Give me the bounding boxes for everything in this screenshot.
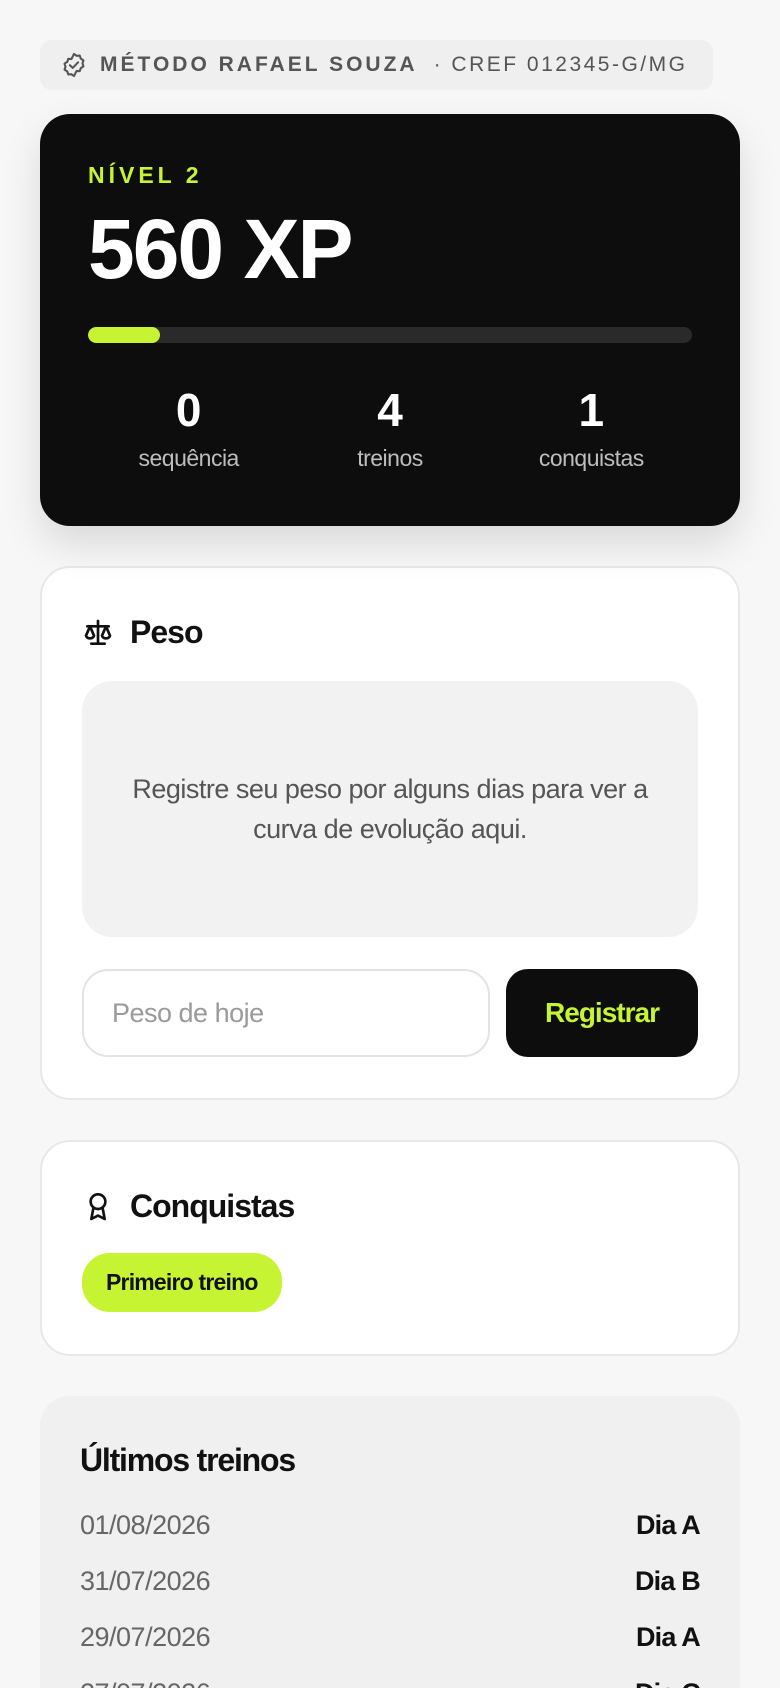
achievement-chip[interactable]: Primeiro treino [82,1253,282,1312]
weight-card-header: Peso [82,614,698,651]
recent-workouts-title: Últimos treinos [80,1442,296,1478]
achievements-card-header: Conquistas [82,1188,698,1225]
stat-label: sequência [138,445,239,471]
workout-day: Dia A [635,1621,701,1652]
xp-card: NÍVEL 2 560 XP 0 sequência 4 treinos 1 c… [40,114,740,526]
stat-value: 1 [578,384,605,436]
achievements-card-title: Conquistas [130,1188,295,1224]
page: MÉTODO RAFAEL SOUZA · CREF 012345-G/MG N… [40,40,740,1688]
recent-workouts-list: 01/08/2026 Dia A 31/07/2026 Dia B 29/07/… [80,1497,701,1688]
stat-value: 0 [175,384,202,436]
weight-card: Peso Registre seu peso por alguns dias p… [40,566,740,1100]
weight-entry-row: Registrar [82,969,698,1057]
workout-date: 01/08/2026 [80,1509,211,1540]
weight-chart-empty-state: Registre seu peso por alguns dias para v… [82,681,698,937]
recent-workouts-card: Últimos treinos 01/08/2026 Dia A 31/07/2… [40,1396,740,1688]
workout-date: 27/07/2026 [80,1678,211,1688]
stat-workouts: 4 treinos [289,387,490,472]
workout-day: Dia C [635,1678,701,1688]
stat-value: 4 [377,384,403,436]
list-item[interactable]: 29/07/2026 Dia A [80,1609,701,1665]
xp-points: 560 XP [88,202,354,296]
stat-label: treinos [357,445,423,471]
empty-message: Registre seu peso por alguns dias para v… [132,774,648,844]
stat-label: conquistas [538,445,644,471]
xp-progress-fill [88,327,161,343]
xp-stats: 0 sequência 4 treinos 1 conquistas [88,387,692,472]
achievements-card: Conquistas Primeiro treino [40,1140,740,1356]
workout-day: Dia B [634,1565,701,1596]
workout-day: Dia A [635,1509,701,1540]
stat-achievements: 1 conquistas [491,387,692,472]
workout-date: 29/07/2026 [80,1621,211,1652]
level-label: NÍVEL 2 [88,162,203,188]
stat-streak: 0 sequência [88,387,289,472]
coach-badge: MÉTODO RAFAEL SOUZA · CREF 012345-G/MG [40,40,713,90]
list-item[interactable]: 31/07/2026 Dia B [80,1553,701,1609]
award-ribbon-icon [89,1192,107,1220]
weight-card-title: Peso [130,614,203,650]
list-item[interactable]: 27/07/2026 Dia C [80,1665,701,1688]
list-item[interactable]: 01/08/2026 Dia A [80,1497,701,1553]
scale-icon [84,619,112,645]
weight-input[interactable] [82,969,490,1057]
register-weight-button[interactable]: Registrar [506,969,698,1057]
verified-check-icon [63,52,85,78]
brand-name: MÉTODO RAFAEL SOUZA [100,53,418,76]
cref-registry: · CREF 012345-G/MG [433,53,688,76]
workout-date: 31/07/2026 [80,1565,211,1596]
xp-progress-bar [88,327,692,343]
